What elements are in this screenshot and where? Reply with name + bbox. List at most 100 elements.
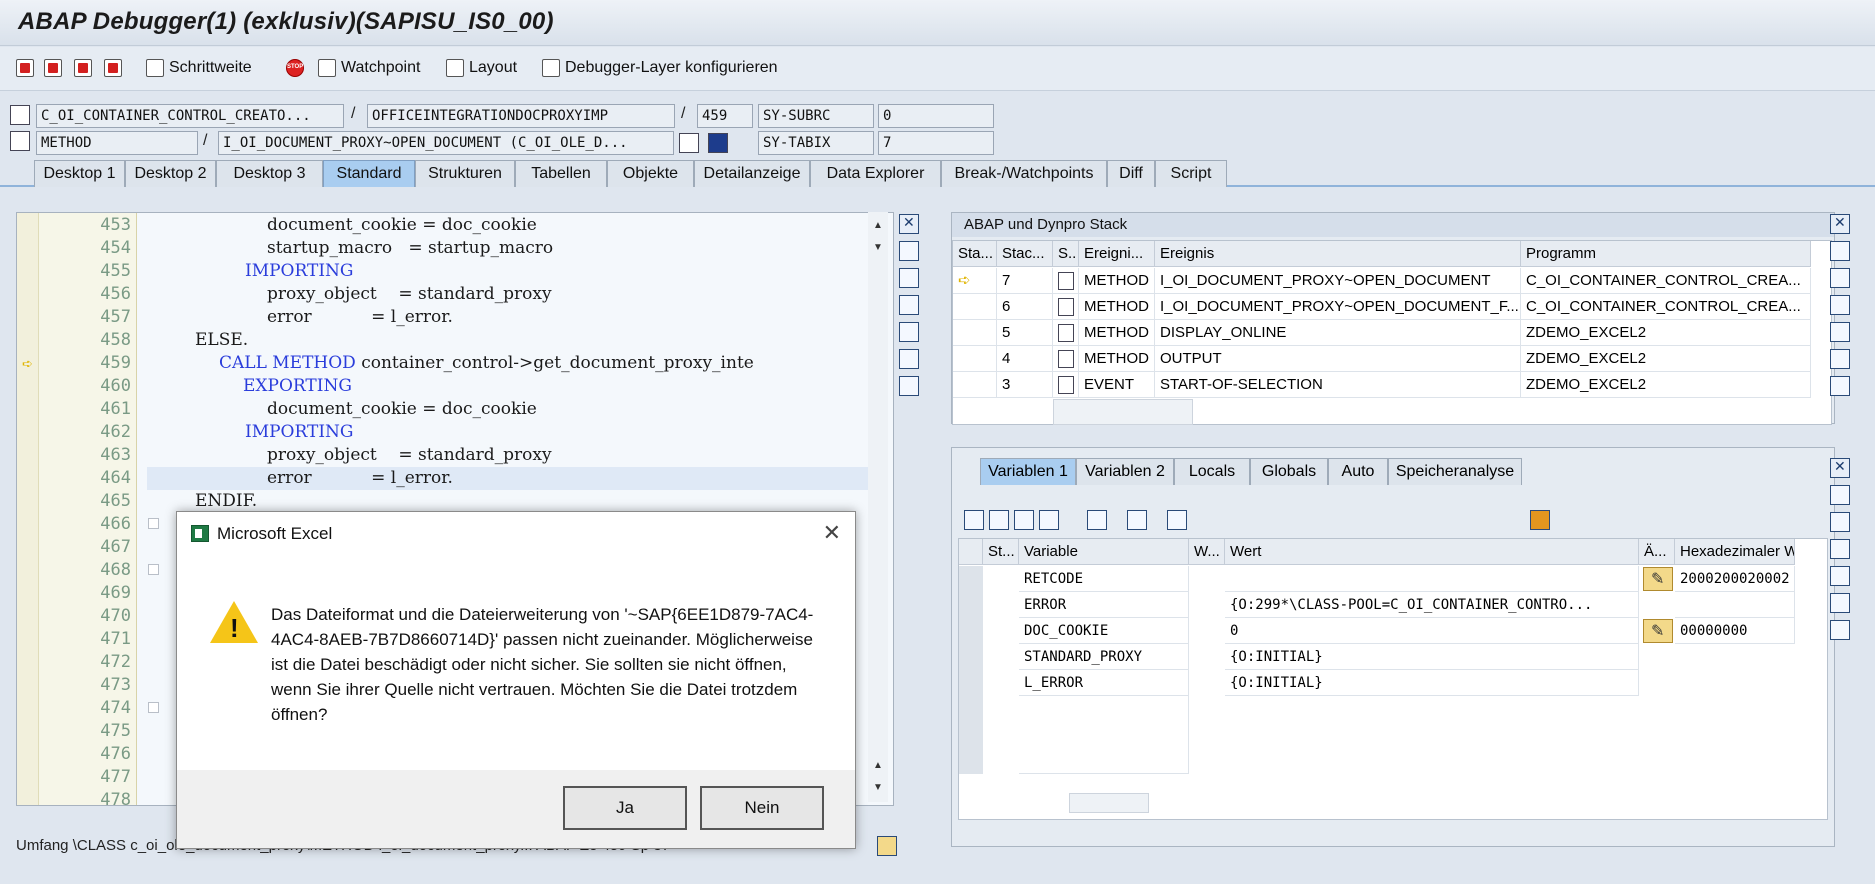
no-button[interactable]: Nein bbox=[700, 786, 824, 830]
headset-icon[interactable] bbox=[899, 349, 919, 369]
table-cell[interactable]: OUTPUT bbox=[1155, 346, 1521, 372]
column-header[interactable]: Hexadezimaler W bbox=[1675, 539, 1795, 565]
swap-tool-icon[interactable] bbox=[1830, 241, 1850, 261]
table-cell[interactable]: ZDEMO_EXCEL2 bbox=[1521, 372, 1811, 398]
new-tool-icon[interactable] bbox=[899, 241, 919, 261]
edit-pencil-icon[interactable] bbox=[1643, 619, 1673, 643]
column-header[interactable]: Stac... bbox=[997, 241, 1053, 267]
table-cell[interactable]: C_OI_CONTAINER_CONTROL_CREA... bbox=[1521, 294, 1811, 320]
class-field[interactable]: C_OI_CONTAINER_CONTROL_CREATO... bbox=[36, 104, 344, 128]
tab-script[interactable]: Script bbox=[1155, 160, 1227, 187]
table-cell[interactable]: START-OF-SELECTION bbox=[1155, 372, 1521, 398]
table-cell[interactable]: DISPLAY_ONLINE bbox=[1155, 320, 1521, 346]
variable-hex[interactable] bbox=[1675, 592, 1795, 618]
fold-toggle-icon[interactable] bbox=[148, 564, 159, 575]
close-icon[interactable] bbox=[899, 214, 919, 234]
close-icon[interactable] bbox=[1830, 458, 1850, 478]
horizontal-scrollbar[interactable] bbox=[1053, 399, 1193, 425]
yes-button[interactable]: Ja bbox=[563, 786, 687, 830]
edit-pencil-icon[interactable] bbox=[1643, 567, 1673, 591]
row-selector-column[interactable] bbox=[959, 566, 983, 774]
fit-icon[interactable] bbox=[1830, 539, 1850, 559]
debugger-layer-button[interactable]: Debugger-Layer konfigurieren bbox=[542, 55, 778, 81]
method-field[interactable]: I_OI_DOCUMENT_PROXY~OPEN_DOCUMENT (C_OI_… bbox=[218, 131, 674, 155]
line-field[interactable]: 459 bbox=[697, 104, 753, 128]
fit-icon[interactable] bbox=[1830, 295, 1850, 315]
scroll-up-icon[interactable]: ▲ bbox=[868, 760, 888, 771]
variable-value[interactable]: {O:INITIAL} bbox=[1225, 670, 1639, 696]
table-cell[interactable]: I_OI_DOCUMENT_PROXY~OPEN_DOCUMENT bbox=[1155, 268, 1521, 294]
type-field[interactable]: METHOD bbox=[36, 131, 198, 155]
continue-icon[interactable] bbox=[104, 55, 122, 81]
tab-data-explorer[interactable]: Data Explorer bbox=[810, 160, 941, 187]
tools-icon[interactable] bbox=[1830, 376, 1850, 396]
column-header[interactable]: Programm bbox=[1521, 241, 1811, 267]
breakpoint-gutter[interactable]: ➪ bbox=[17, 213, 39, 805]
tools-icon[interactable] bbox=[899, 376, 919, 396]
resize-icon[interactable] bbox=[1830, 322, 1850, 342]
tab-desktop-3[interactable]: Desktop 3 bbox=[216, 160, 323, 187]
scroll-down-icon[interactable]: ▼ bbox=[868, 782, 888, 793]
headset-icon[interactable] bbox=[1830, 593, 1850, 613]
fold-toggle-icon[interactable] bbox=[148, 518, 159, 529]
single-step-icon[interactable] bbox=[16, 55, 34, 81]
tab-diff[interactable]: Diff bbox=[1107, 160, 1155, 187]
navigate-icon[interactable] bbox=[1127, 510, 1147, 530]
fit-icon[interactable] bbox=[899, 322, 919, 342]
hierarchy-icon[interactable] bbox=[1087, 510, 1107, 530]
column-header[interactable]: St... bbox=[983, 539, 1019, 565]
tab-speicheranalyse[interactable]: Speicheranalyse bbox=[1388, 458, 1522, 485]
table-cell[interactable]: 6 bbox=[997, 294, 1053, 320]
execute-icon[interactable] bbox=[44, 55, 62, 81]
table-cell[interactable]: METHOD bbox=[1079, 320, 1155, 346]
maximize-icon[interactable] bbox=[1830, 512, 1850, 532]
variable-name[interactable]: DOC_COOKIE bbox=[1019, 618, 1189, 644]
table-cell[interactable]: 7 bbox=[997, 268, 1053, 294]
resize-icon[interactable] bbox=[1830, 566, 1850, 586]
scroll-down-icon[interactable]: ▼ bbox=[868, 242, 888, 253]
variable-value[interactable]: 0 bbox=[1225, 618, 1639, 644]
column-header[interactable]: S.. bbox=[1053, 241, 1079, 267]
table-cell[interactable]: ZDEMO_EXCEL2 bbox=[1521, 346, 1811, 372]
variable-name[interactable]: L_ERROR bbox=[1019, 670, 1189, 696]
tab-desktop-2[interactable]: Desktop 2 bbox=[125, 160, 216, 187]
tab-tabellen[interactable]: Tabellen bbox=[515, 160, 607, 187]
import-icon[interactable] bbox=[1014, 510, 1034, 530]
variable-value[interactable] bbox=[1225, 566, 1639, 592]
table-cell[interactable]: I_OI_DOCUMENT_PROXY~OPEN_DOCUMENT_F... bbox=[1155, 294, 1521, 320]
remove-icon[interactable] bbox=[1039, 510, 1059, 530]
tab-strukturen[interactable]: Strukturen bbox=[415, 160, 515, 187]
watchpoint-button[interactable]: Watchpoint bbox=[318, 55, 420, 81]
scroll-up-icon[interactable]: ▲ bbox=[868, 220, 888, 231]
tab-variablen-2[interactable]: Variablen 2 bbox=[1076, 458, 1174, 485]
step-size-button[interactable]: Schrittweite bbox=[146, 55, 252, 81]
navigate-icon[interactable] bbox=[679, 133, 699, 153]
variable-value[interactable]: {O:299*\CLASS-POOL=C_OI_CONTAINER_CONTRO… bbox=[1225, 592, 1639, 618]
column-header[interactable]: W... bbox=[1189, 539, 1225, 565]
variable-hex[interactable]: 2000200020002 bbox=[1675, 566, 1795, 592]
layout-button[interactable]: Layout bbox=[446, 55, 517, 81]
tab-detailanzeige[interactable]: Detailanzeige bbox=[694, 160, 810, 187]
column-header[interactable]: Variable bbox=[1019, 539, 1189, 565]
swap-tool-icon[interactable] bbox=[899, 268, 919, 288]
variable-name[interactable]: ERROR bbox=[1019, 592, 1189, 618]
column-header[interactable]: Ereigni... bbox=[1079, 241, 1155, 267]
variable-name[interactable]: RETCODE bbox=[1019, 566, 1189, 592]
tab-locals[interactable]: Locals bbox=[1174, 458, 1250, 485]
delete-icon[interactable] bbox=[964, 510, 984, 530]
maximize-icon[interactable] bbox=[899, 295, 919, 315]
notes-icon[interactable] bbox=[877, 836, 897, 856]
tools-icon[interactable] bbox=[1830, 620, 1850, 640]
info-icon[interactable] bbox=[708, 133, 728, 153]
fold-toggle-icon[interactable] bbox=[148, 702, 159, 713]
maximize-icon[interactable] bbox=[1830, 268, 1850, 288]
tab-standard[interactable]: Standard bbox=[323, 160, 415, 187]
tab-break-watchpoints[interactable]: Break-/Watchpoints bbox=[941, 160, 1107, 187]
table-cell[interactable]: 3 bbox=[997, 372, 1053, 398]
tab-globals[interactable]: Globals bbox=[1250, 458, 1328, 485]
horizontal-scrollbar[interactable] bbox=[1069, 793, 1149, 813]
table-cell[interactable]: C_OI_CONTAINER_CONTROL_CREA... bbox=[1521, 268, 1811, 294]
tab-auto[interactable]: Auto bbox=[1328, 458, 1388, 485]
headset-icon[interactable] bbox=[1830, 349, 1850, 369]
include-field[interactable]: OFFICEINTEGRATIONDOCPROXYIMP bbox=[367, 104, 675, 128]
